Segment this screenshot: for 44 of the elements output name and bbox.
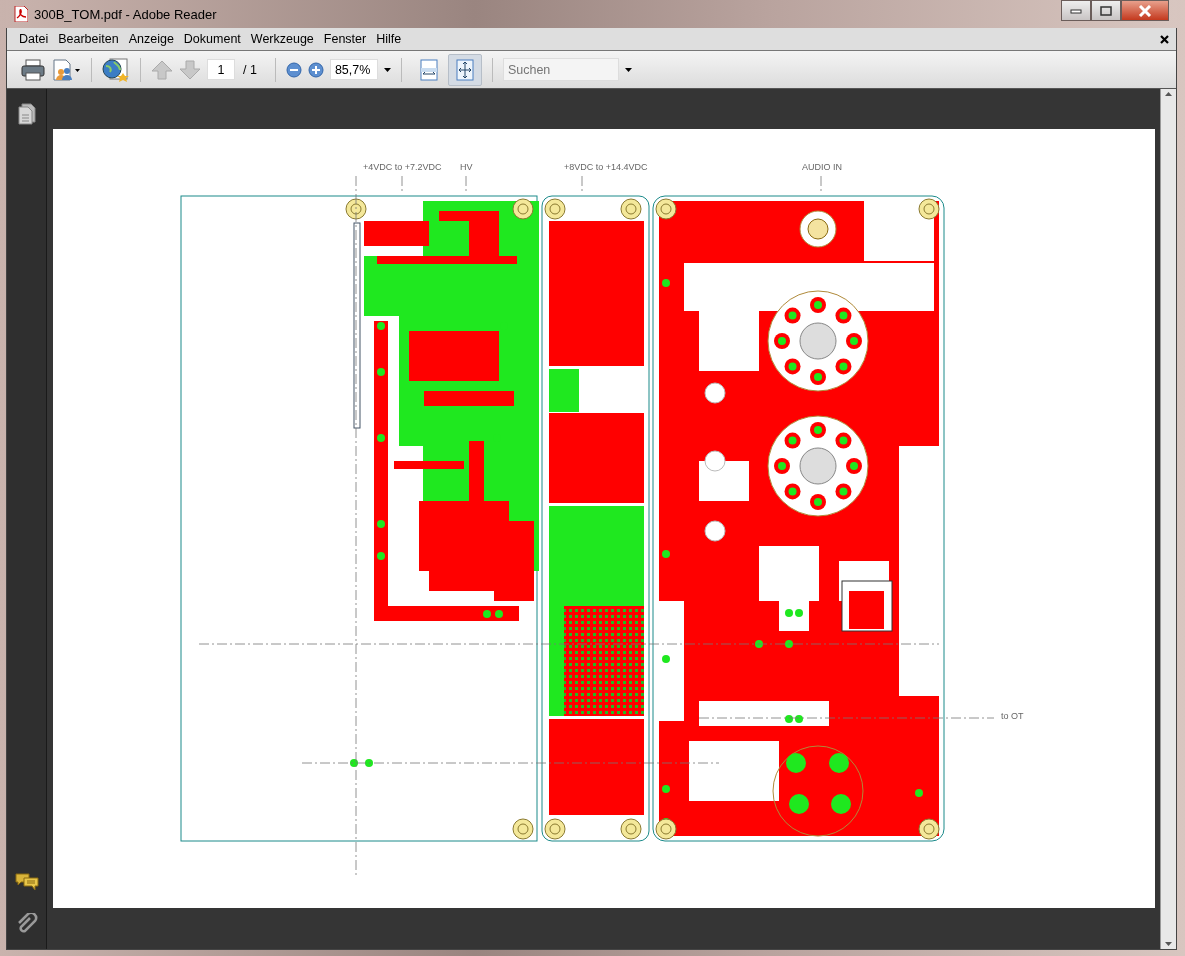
scrollbar[interactable] [1160,89,1176,949]
center-line [401,175,403,194]
menu-item[interactable]: Werkzeuge [245,30,319,48]
maximize-button[interactable] [1091,0,1121,21]
collaborate-icon[interactable] [51,58,81,81]
center-line [820,175,822,194]
menu-item[interactable]: Dokument [178,30,246,48]
menu-item[interactable]: Bearbeiten [53,30,124,48]
close-document-icon[interactable] [1160,34,1169,44]
menu-item[interactable]: Hilfe [371,30,407,48]
menu-item[interactable]: Datei [14,30,54,48]
search-field[interactable]: Suchen [502,58,619,81]
page-count: / 1 [243,62,257,77]
minimize-icon [1070,7,1082,14]
dropdown-caret-icon[interactable] [383,67,391,72]
dropdown-caret-icon[interactable] [624,67,632,72]
drawing-label: +4VDC to +7.2VDC [363,162,442,172]
center-line [465,175,467,194]
zoom-out-icon[interactable] [285,61,302,78]
maximize-icon [1100,5,1112,16]
pages-icon[interactable] [16,103,37,125]
zoom-in-icon[interactable] [307,61,324,78]
scroll-up-icon[interactable] [1165,92,1172,96]
close-icon [1138,4,1152,17]
globe-document-icon[interactable] [102,56,130,83]
window-title: 300B_TOM.pdf - Adobe Reader [34,6,218,22]
drawing-label: AUDIO IN [802,162,842,172]
drawing-label: +8VDC to +14.4VDC [564,162,648,172]
close-button[interactable] [1121,0,1169,21]
drawing-label: to OT [1001,711,1024,721]
fit-width-icon [419,58,438,81]
print-icon[interactable] [21,58,45,81]
scroll-down-icon[interactable] [1165,942,1172,946]
page-number-field[interactable]: 1 [207,59,235,80]
fit-page-icon [455,58,474,81]
comments-icon[interactable] [14,873,39,891]
menu-item[interactable]: Fenster [318,30,372,48]
pdf-file-icon [14,6,28,22]
menu-item[interactable]: Anzeige [123,30,179,48]
fit-page-button[interactable] [447,53,482,86]
zoom-field[interactable]: 85,7% [329,59,378,80]
minimize-button[interactable] [1061,0,1091,21]
center-line [581,175,583,194]
drawing-label: HV [460,162,473,172]
